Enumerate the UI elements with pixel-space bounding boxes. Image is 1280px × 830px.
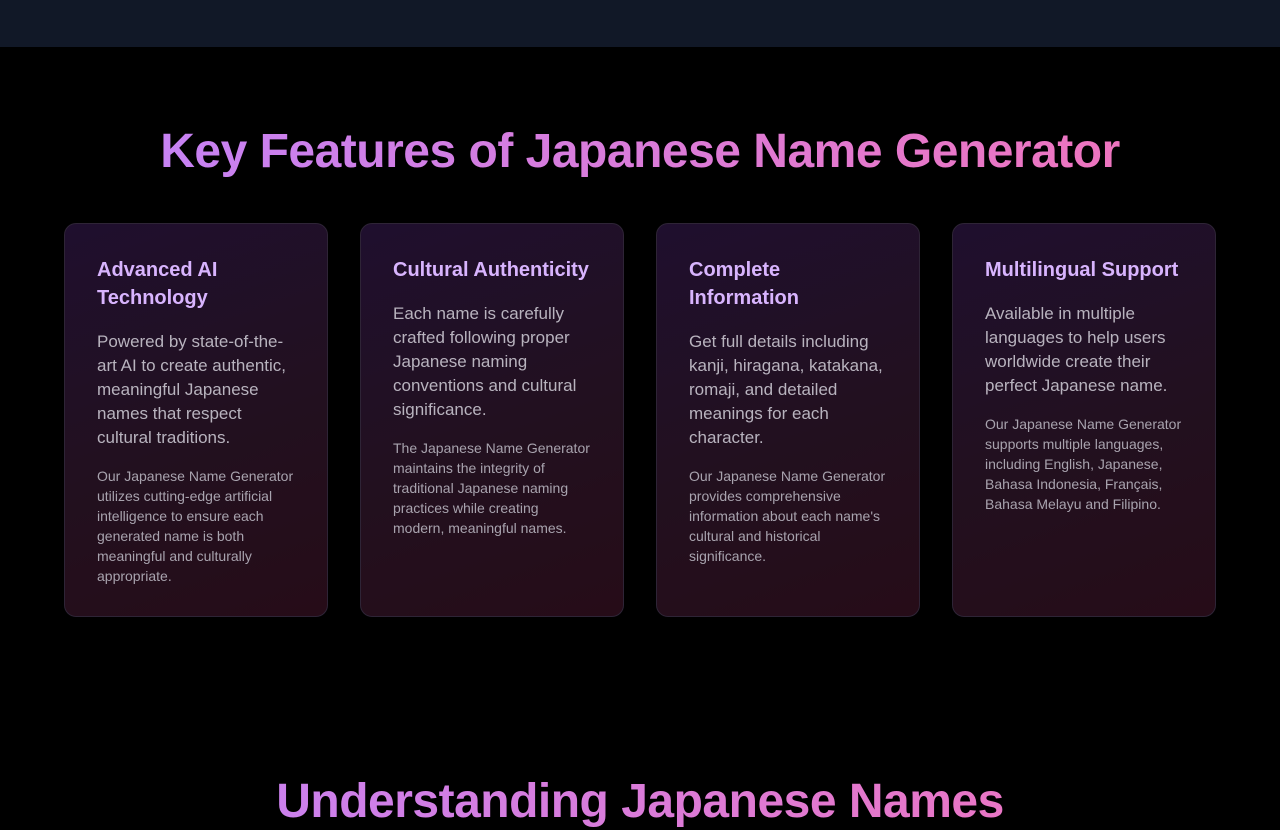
feature-card-detail: Our Japanese Name Generator provides com… xyxy=(689,468,886,564)
feature-card-description: Powered by state-of-the-art AI to create… xyxy=(97,332,287,447)
feature-card-cultural-authenticity: Cultural Authenticity Each name is caref… xyxy=(360,223,624,617)
feature-card-detail: Our Japanese Name Generator supports mul… xyxy=(985,416,1182,512)
features-heading: Key Features of Japanese Name Generator xyxy=(0,124,1280,180)
top-navigation-bar xyxy=(0,0,1280,47)
understanding-heading: Understanding Japanese Names xyxy=(0,774,1280,830)
feature-card-title: Advanced AI Technology xyxy=(97,259,218,309)
feature-card-title: Cultural Authenticity xyxy=(393,259,589,281)
features-section: Key Features of Japanese Name Generator … xyxy=(0,47,1280,828)
feature-card-detail: Our Japanese Name Generator utilizes cut… xyxy=(97,468,294,584)
feature-card-title: Multilingual Support xyxy=(985,259,1179,281)
feature-card-multilingual-support: Multilingual Support Available in multip… xyxy=(952,223,1216,617)
feature-card-description: Available in multiple languages to help … xyxy=(985,304,1168,395)
feature-card-description: Each name is carefully crafted following… xyxy=(393,304,577,419)
feature-card-description: Get full details including kanji, hiraga… xyxy=(689,332,883,447)
features-card-grid: Advanced AI Technology Powered by state-… xyxy=(64,223,1216,617)
feature-card-detail: The Japanese Name Generator maintains th… xyxy=(393,440,590,536)
feature-card-title: Complete Information xyxy=(689,259,799,309)
feature-card-complete-information: Complete Information Get full details in… xyxy=(656,223,920,617)
feature-card-advanced-ai: Advanced AI Technology Powered by state-… xyxy=(64,223,328,617)
